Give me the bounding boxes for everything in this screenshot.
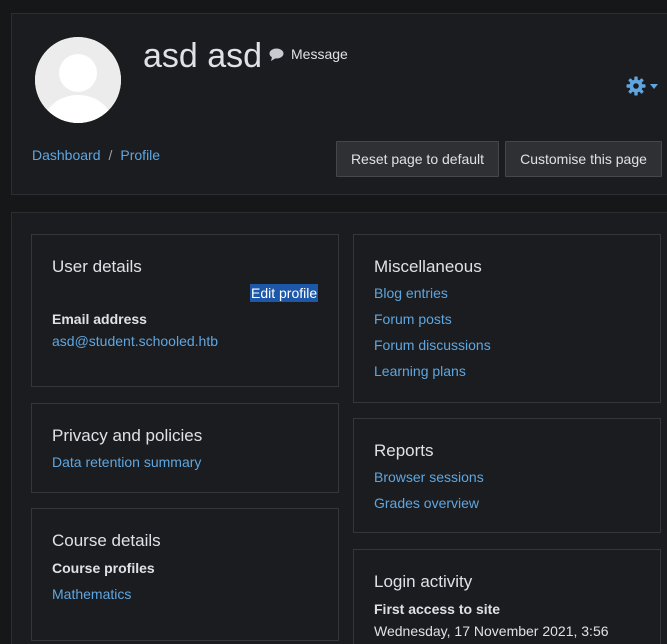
privacy-policies-title: Privacy and policies [52,426,203,445]
breadcrumb: Dashboard / Profile [32,147,160,163]
user-fullname: asd asd [143,37,263,75]
course-details-title: Course details [52,531,161,550]
email-address-label: Email address [52,311,147,327]
miscellaneous-block: Miscellaneous Blog entries Forum posts F… [353,234,661,403]
login-activity-block: Login activity First access to site Wedn… [353,549,661,644]
data-retention-summary-link[interactable]: Data retention summary [52,454,201,470]
privacy-policies-block: Privacy and policies Data retention summ… [31,403,339,493]
reports-block: Reports Browser sessions Grades overview [353,418,661,533]
edit-profile-link[interactable]: Edit profile [250,284,319,302]
caret-down-icon [650,83,658,89]
course-profiles-label: Course profiles [52,560,155,576]
gear-icon [626,76,646,96]
breadcrumb-dashboard[interactable]: Dashboard [32,147,101,163]
profile-page: asd asd Message Dashboard / Profile Rese… [0,0,667,644]
settings-menu-toggle[interactable] [626,76,658,96]
grades-overview-link[interactable]: Grades overview [374,495,479,511]
message-label: Message [291,46,348,62]
page-header: asd asd Message Dashboard / Profile Rese… [11,13,667,195]
breadcrumb-profile[interactable]: Profile [120,147,160,163]
user-details-block: User details Edit profile Email address … [31,234,339,387]
miscellaneous-title: Miscellaneous [374,257,482,276]
course-link-mathematics[interactable]: Mathematics [52,586,131,602]
blog-entries-link[interactable]: Blog entries [374,285,448,301]
email-address-link[interactable]: asd@student.schooled.htb [52,333,218,349]
forum-posts-link[interactable]: Forum posts [374,311,452,327]
browser-sessions-link[interactable]: Browser sessions [374,469,484,485]
reports-title: Reports [374,441,434,460]
login-activity-title: Login activity [374,572,473,591]
first-access-label: First access to site [374,601,501,617]
message-button[interactable]: Message [269,46,348,62]
first-access-value: Wednesday, 17 November 2021, 3:56 [374,623,609,639]
course-details-block: Course details Course profiles Mathemati… [31,508,339,641]
breadcrumb-separator: / [108,147,113,163]
profile-content: User details Edit profile Email address … [11,212,667,644]
reset-page-button[interactable]: Reset page to default [336,141,499,177]
customise-page-button[interactable]: Customise this page [505,141,662,177]
user-details-title: User details [52,257,142,276]
forum-discussions-link[interactable]: Forum discussions [374,337,491,353]
user-avatar-icon [35,37,121,123]
learning-plans-link[interactable]: Learning plans [374,363,466,379]
speech-bubble-icon [269,48,284,61]
